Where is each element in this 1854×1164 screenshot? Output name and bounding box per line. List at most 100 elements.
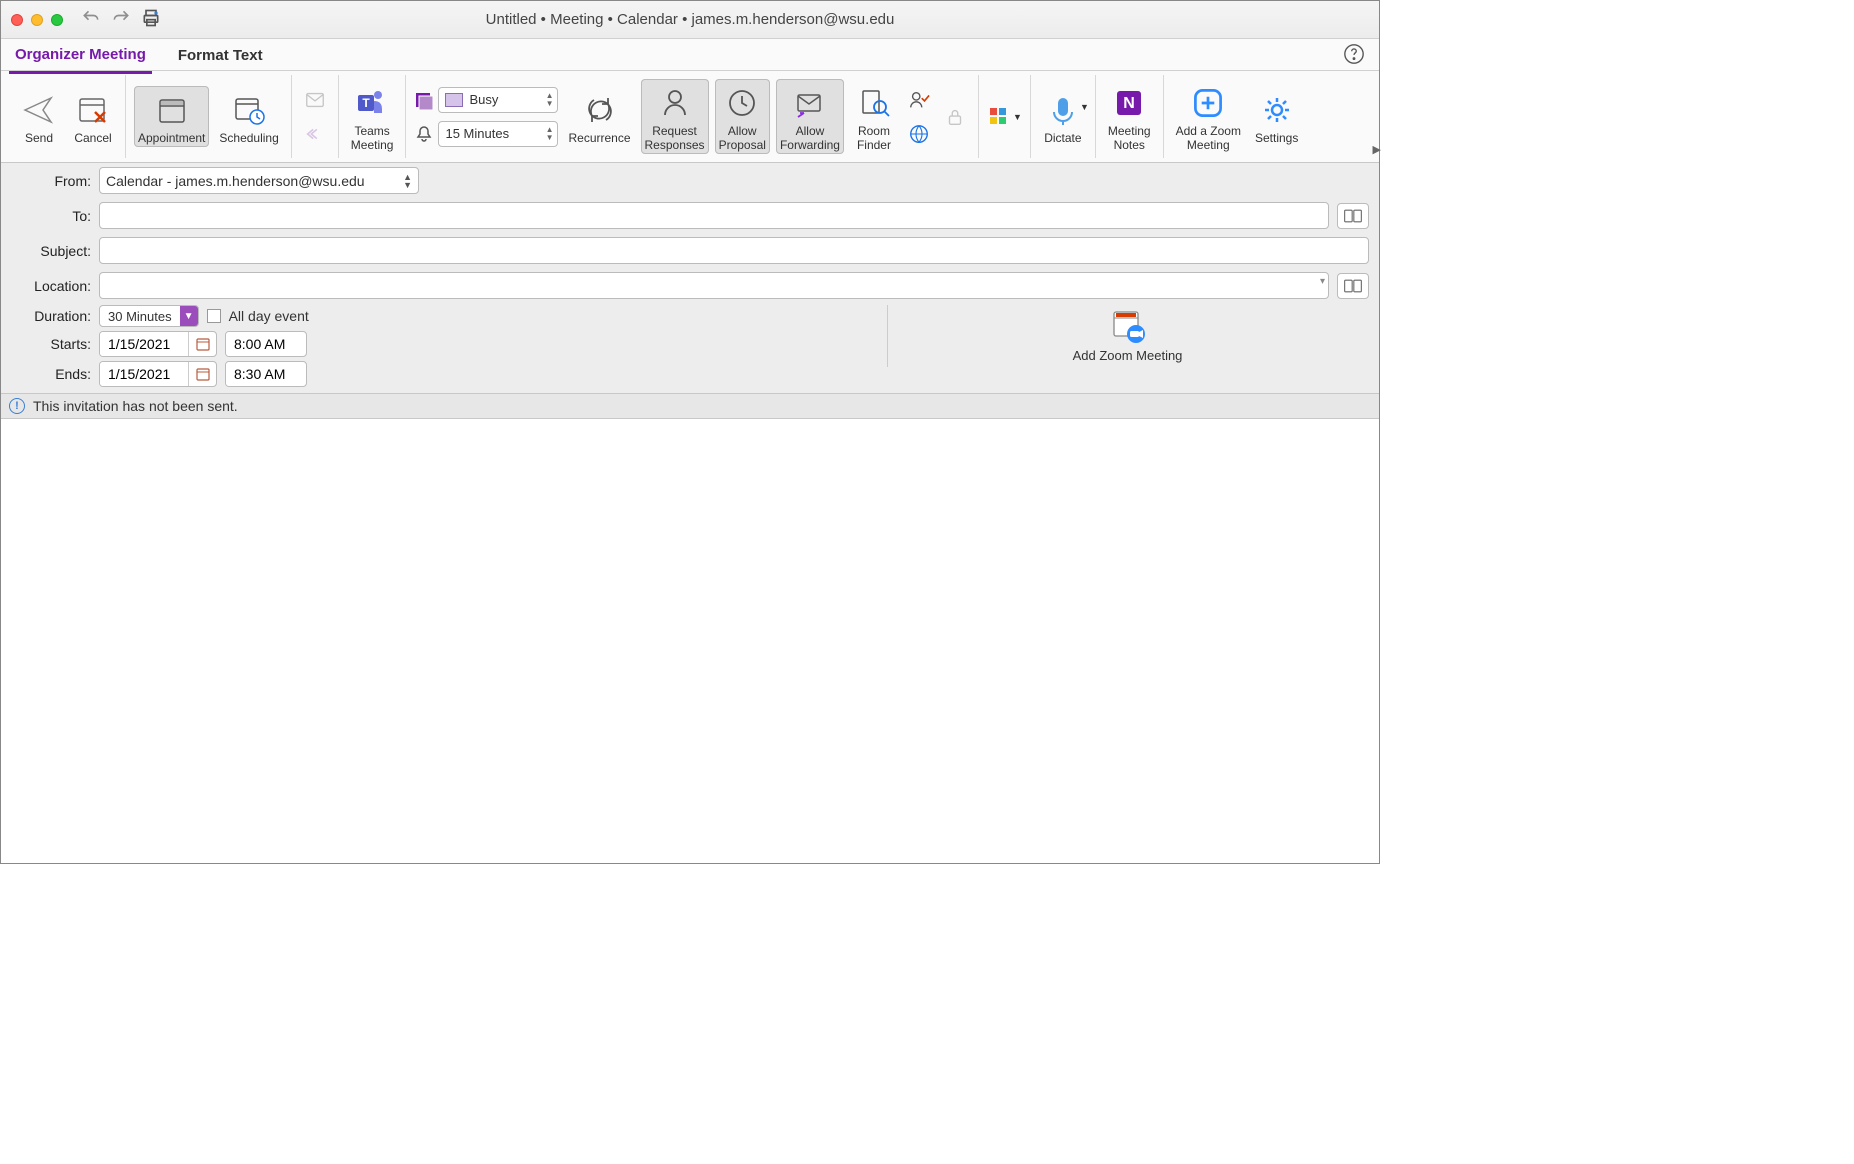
group-zoom: Add a Zoom Meeting Settings [1164,75,1311,158]
reminder-bell-icon [414,124,434,144]
room-finder-button[interactable]: Room Finder [850,79,898,153]
request-responses-button[interactable]: Request Responses [641,79,709,153]
window-title: Untitled • Meeting • Calendar • james.m.… [1,11,1379,28]
reply-icon [300,85,330,115]
svg-text:N: N [1123,95,1135,112]
tab-format-text[interactable]: Format Text [172,41,269,72]
group-categorize: ▼ [979,75,1031,158]
group-dictate: ▼ Dictate [1031,75,1096,158]
start-date-input[interactable] [99,331,217,357]
message-body[interactable] [1,419,1379,853]
appointment-icon [154,92,190,128]
zoom-side-panel[interactable]: Add Zoom Meeting [887,305,1367,367]
dictate-button[interactable]: ▼ Dictate [1039,86,1087,147]
group-show: Appointment Scheduling [126,75,292,158]
to-input[interactable] [99,202,1329,229]
categories-icon [987,105,1011,129]
recurrence-icon [582,92,618,128]
title-bar: Untitled • Meeting • Calendar • james.m.… [1,1,1379,39]
onenote-icon: N [1111,85,1147,121]
person-icon [657,85,693,121]
group-reply [292,75,339,158]
location-dropdown-icon[interactable]: ▾ [1320,276,1325,287]
to-label: To: [11,208,91,224]
zoom-plus-icon [1190,85,1226,121]
address-book-icon [1343,278,1363,294]
location-input[interactable] [99,272,1329,299]
info-icon: ! [9,398,25,414]
maximize-window-button[interactable] [51,14,63,26]
reply-all-icon [300,119,330,149]
location-label: Location: [11,278,91,294]
check-names-icon[interactable] [904,85,934,115]
collapse-ribbon-icon[interactable]: ▶ [1373,143,1381,156]
print-icon[interactable] [141,8,161,31]
microphone-icon [1045,92,1081,128]
zoom-settings-button[interactable]: Settings [1251,86,1302,147]
send-icon [21,92,57,128]
location-picker-button[interactable] [1337,273,1369,299]
all-day-checkbox[interactable] [207,309,221,323]
meeting-notes-button[interactable]: N Meeting Notes [1104,79,1155,153]
end-date-picker-icon[interactable] [188,362,216,386]
window-controls [11,14,63,26]
subject-input[interactable] [99,237,1369,264]
time-zones-icon[interactable] [904,119,934,149]
scheduling-icon [231,92,267,128]
send-button[interactable]: Send [15,86,63,147]
add-zoom-meeting-button[interactable]: Add a Zoom Meeting [1172,79,1245,153]
subject-label: Subject: [11,243,91,259]
starts-label: Starts: [11,336,91,352]
duration-label: Duration: [11,308,91,324]
meeting-form: From: Calendar - james.m.henderson@wsu.e… [1,163,1379,394]
teams-meeting-button[interactable]: T Teams Meeting [347,79,398,153]
help-icon[interactable] [1343,43,1365,65]
allow-forwarding-button[interactable]: Allow Forwarding [776,79,844,153]
zoom-panel-label: Add Zoom Meeting [1073,348,1183,363]
forward-mail-icon [792,85,828,121]
scheduling-button[interactable]: Scheduling [215,86,282,147]
reminder-select[interactable]: 15 Minutes ▲▼ [438,121,558,147]
status-icon [414,90,434,110]
room-finder-icon [856,85,892,121]
minimize-window-button[interactable] [31,14,43,26]
redo-icon[interactable] [111,8,131,31]
group-teams: T Teams Meeting [339,75,407,158]
teams-icon: T [354,85,390,121]
all-day-label: All day event [229,308,309,324]
end-time-input[interactable] [225,361,307,387]
undo-icon[interactable] [81,8,101,31]
duration-value: 30 Minutes [100,309,180,324]
from-select[interactable]: Calendar - james.m.henderson@wsu.edu ▲▼ [99,167,419,194]
end-date-input[interactable] [99,361,217,387]
tab-organizer-meeting[interactable]: Organizer Meeting [9,40,152,74]
recurrence-button[interactable]: Recurrence [564,86,634,147]
group-onenote: N Meeting Notes [1096,75,1164,158]
calendar-cancel-icon [75,92,111,128]
show-as-value: Busy [469,92,498,107]
duration-select[interactable]: 30 Minutes ▼ [99,305,199,327]
svg-text:T: T [362,96,370,110]
close-window-button[interactable] [11,14,23,26]
to-address-book-button[interactable] [1337,203,1369,229]
from-label: From: [11,173,91,189]
private-icon[interactable] [940,102,970,132]
group-options: Busy ▲▼ 15 Minutes ▲▼ Recurrence Request… [406,75,978,158]
ribbon: Send Cancel Appointment Scheduling T Tea… [1,71,1379,163]
reminder-value: 15 Minutes [445,126,509,141]
group-actions: Send Cancel [7,75,126,158]
info-message: This invitation has not been sent. [33,398,238,414]
start-time-input[interactable] [225,331,307,357]
allow-proposal-button[interactable]: Allow Proposal [715,79,770,153]
zoom-meeting-icon [1108,310,1148,346]
start-date-picker-icon[interactable] [188,332,216,356]
clock-icon [724,85,760,121]
appointment-button[interactable]: Appointment [134,86,209,147]
categorize-button[interactable]: ▼ [987,105,1022,129]
ribbon-tabs: Organizer Meeting Format Text ▶ [1,39,1379,71]
show-as-select[interactable]: Busy ▲▼ [438,87,558,113]
gear-icon [1259,92,1295,128]
address-book-icon [1343,208,1363,224]
ends-label: Ends: [11,366,91,382]
cancel-button[interactable]: Cancel [69,86,117,147]
